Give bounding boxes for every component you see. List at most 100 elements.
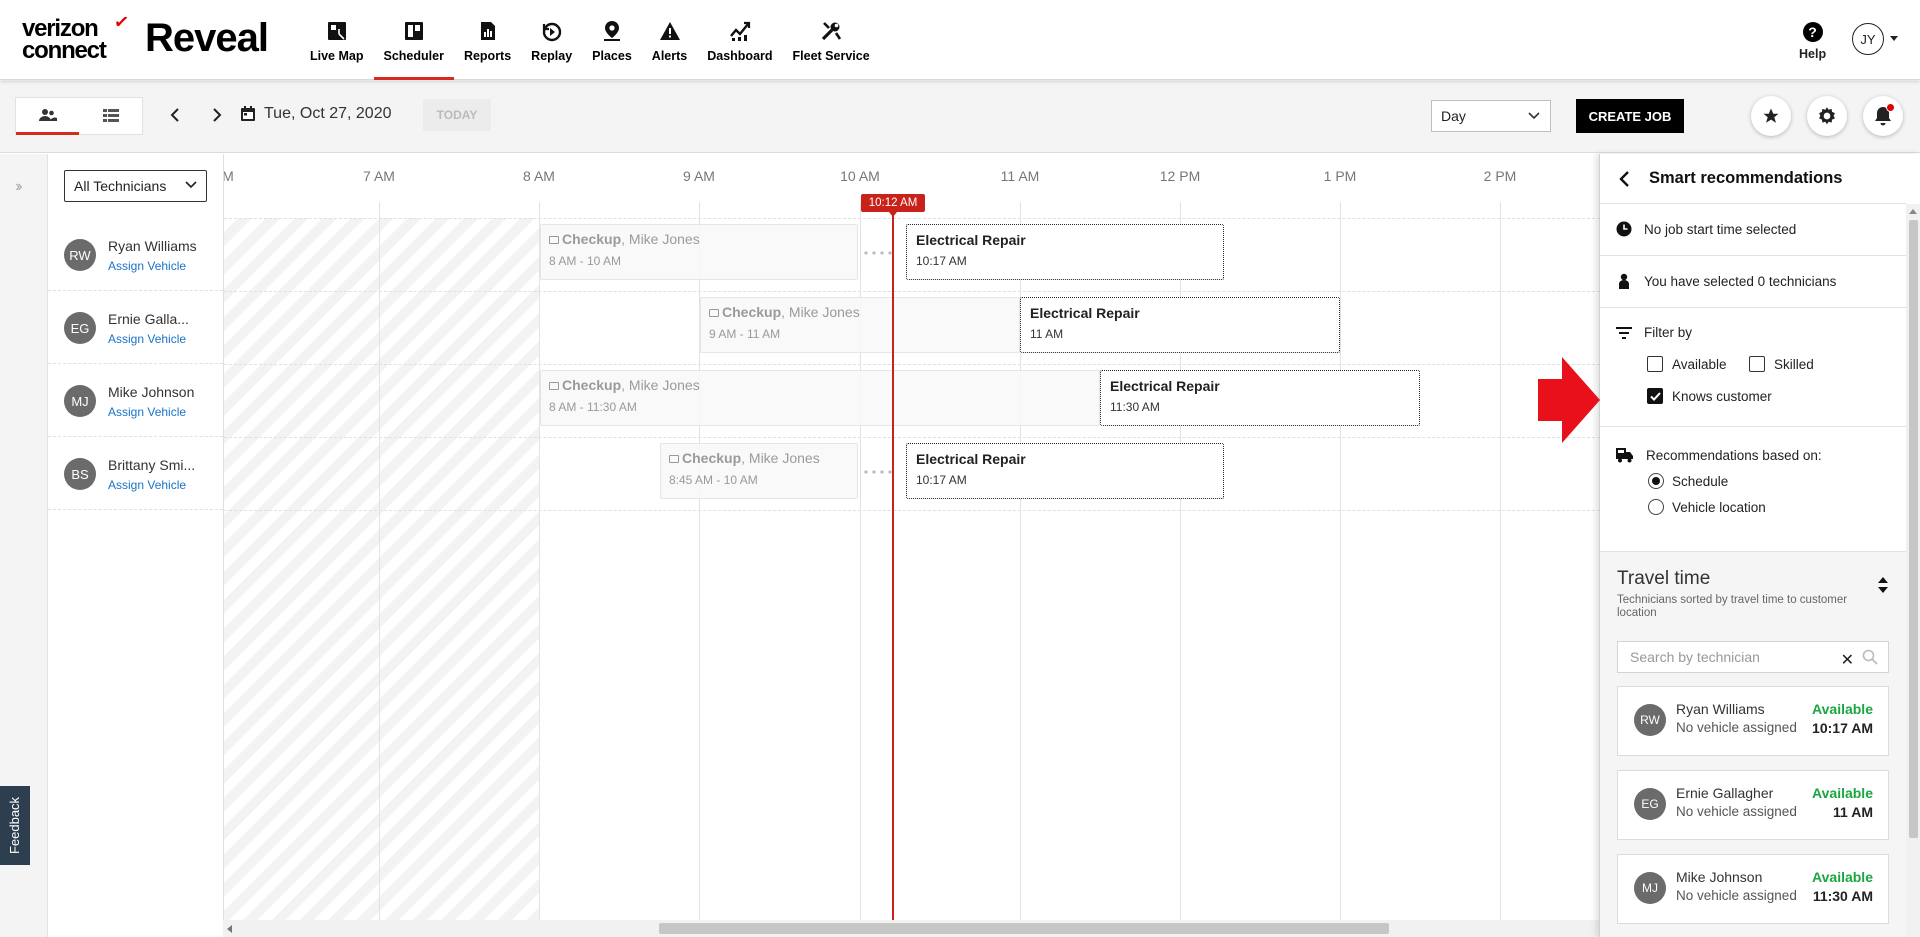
date-picker[interactable]: Tue, Oct 27, 2020 xyxy=(240,105,391,123)
user-avatar[interactable]: JY xyxy=(1852,23,1884,55)
recommendation-card[interactable]: EG Ernie Gallagher No vehicle assigned A… xyxy=(1617,770,1889,840)
nav-replay[interactable]: Replay xyxy=(521,0,582,80)
vehicle-icon xyxy=(669,455,679,463)
filter-section: Filter by Available Skilled Knows custom… xyxy=(1600,308,1906,427)
nav-live-map[interactable]: Live Map xyxy=(300,0,374,80)
scroll-left-icon[interactable] xyxy=(227,925,232,933)
technician-row[interactable]: EG Ernie Galla... Assign Vehicle xyxy=(48,291,223,364)
chevron-down-icon xyxy=(185,181,197,189)
scheduler-icon xyxy=(404,22,423,40)
available-checkbox[interactable]: Available xyxy=(1647,356,1727,372)
gear-icon xyxy=(1819,107,1835,125)
nav-label: Places xyxy=(592,49,632,63)
grid-list-icon xyxy=(102,109,119,122)
favorites-button[interactable] xyxy=(1751,96,1791,136)
technician-filter-select[interactable]: All Technicians xyxy=(64,170,207,202)
expand-sidebar-icon[interactable]: ›› xyxy=(15,178,22,196)
settings-button[interactable] xyxy=(1807,96,1847,136)
radio-circle[interactable] xyxy=(1648,499,1664,515)
view-period-value: Day xyxy=(1441,108,1466,124)
tools-icon xyxy=(821,22,842,41)
job-title: Checkup xyxy=(682,450,742,466)
nav-reports[interactable]: Reports xyxy=(454,0,521,80)
technician-row[interactable]: BS Brittany Smi... Assign Vehicle xyxy=(48,437,223,510)
view-period-select[interactable]: Day xyxy=(1431,100,1551,132)
nav-alerts[interactable]: Alerts xyxy=(642,0,697,80)
assign-vehicle-link[interactable]: Assign Vehicle xyxy=(108,259,186,273)
vehicle-location-radio[interactable]: Vehicle location xyxy=(1648,499,1766,515)
technician-avatar: MJ xyxy=(1634,872,1666,904)
nav-label: Replay xyxy=(531,49,573,63)
technician-name: Ryan Williams xyxy=(1676,701,1765,717)
previous-day-button[interactable] xyxy=(163,103,187,127)
filter-icon xyxy=(1616,326,1632,339)
notifications-button[interactable] xyxy=(1863,96,1903,136)
timeline-horizontal-scrollbar[interactable] xyxy=(223,920,1599,937)
technician-avatar: RW xyxy=(1634,704,1666,736)
job-title: Electrical Repair xyxy=(1030,305,1140,321)
past-time-hatch xyxy=(224,218,539,920)
assign-vehicle-link[interactable]: Assign Vehicle xyxy=(108,405,186,419)
hour-label: 1 PM xyxy=(1323,168,1357,184)
nav-fleet-service[interactable]: Fleet Service xyxy=(783,0,880,80)
skilled-checkbox[interactable]: Skilled xyxy=(1749,356,1814,372)
radio-label: Vehicle location xyxy=(1672,499,1766,515)
availability-status: Available xyxy=(1812,785,1873,801)
verizon-connect-logo[interactable]: verizon connect ✓ xyxy=(22,11,130,63)
scrollbar-thumb[interactable] xyxy=(1909,220,1918,838)
back-arrow-icon[interactable] xyxy=(1618,170,1630,188)
schedule-radio[interactable]: Schedule xyxy=(1648,473,1728,489)
help-button[interactable]: ? Help xyxy=(1799,22,1826,61)
sort-icon[interactable] xyxy=(1877,576,1889,594)
list-view-button[interactable] xyxy=(79,98,142,134)
nav-places[interactable]: Places xyxy=(582,0,642,80)
nav-dashboard[interactable]: Dashboard xyxy=(697,0,782,80)
feedback-tab[interactable]: Feedback xyxy=(0,786,30,865)
proposed-job[interactable]: Electrical Repair 10:17 AM xyxy=(906,443,1224,499)
assign-vehicle-link[interactable]: Assign Vehicle xyxy=(108,478,186,492)
knows-customer-checkbox[interactable]: Knows customer xyxy=(1647,388,1772,404)
scrollbar-thumb[interactable] xyxy=(659,923,1389,934)
clear-icon[interactable]: ✕ xyxy=(1841,650,1854,670)
job-time: 8:45 AM - 10 AM xyxy=(669,473,758,487)
today-button[interactable]: TODAY xyxy=(423,99,491,131)
proposed-job[interactable]: Electrical Repair 10:17 AM xyxy=(906,224,1224,280)
proposed-job[interactable]: Electrical Repair 11 AM xyxy=(1020,297,1340,353)
scroll-up-icon[interactable] xyxy=(1909,209,1917,214)
existing-job[interactable]: Checkup, Mike Jones 8 AM - 11:30 AM xyxy=(540,370,1100,426)
user-menu-caret-icon[interactable] xyxy=(1890,36,1898,41)
nav-scheduler[interactable]: Scheduler xyxy=(373,0,455,80)
hour-label: 9 AM xyxy=(683,168,715,184)
vehicle-icon xyxy=(709,309,719,317)
existing-job[interactable]: Checkup, Mike Jones 8 AM - 10 AM xyxy=(540,224,858,280)
technician-row[interactable]: MJ Mike Johnson Assign Vehicle xyxy=(48,364,223,437)
checkbox-box[interactable] xyxy=(1647,388,1663,404)
technician-view-button[interactable] xyxy=(16,98,79,135)
technician-row[interactable]: RW Ryan Williams Assign Vehicle xyxy=(48,218,223,291)
search-icon[interactable] xyxy=(1862,649,1878,665)
panel-vertical-scrollbar[interactable] xyxy=(1906,204,1920,937)
checkbox-box[interactable] xyxy=(1749,356,1765,372)
places-icon xyxy=(603,21,620,41)
person-icon xyxy=(1619,273,1629,289)
job-time: 11 AM xyxy=(1030,327,1064,341)
existing-job[interactable]: Checkup, Mike Jones 9 AM - 11 AM xyxy=(700,297,1020,353)
availability-status: Available xyxy=(1812,869,1873,885)
recommendation-card[interactable]: MJ Mike Johnson No vehicle assigned Avai… xyxy=(1617,854,1889,924)
scheduler-toolbar: Tue, Oct 27, 2020 TODAY Day CREATE JOB xyxy=(0,81,1920,153)
technician-search-input[interactable]: Search by technician ✕ xyxy=(1617,641,1889,673)
hour-gridline xyxy=(1500,202,1501,920)
feedback-label: Feedback xyxy=(7,796,23,855)
create-job-button[interactable]: CREATE JOB xyxy=(1576,99,1684,133)
hour-label: 2 PM xyxy=(1483,168,1517,184)
assign-vehicle-link[interactable]: Assign Vehicle xyxy=(108,332,186,346)
job-time: 8 AM - 10 AM xyxy=(549,254,622,268)
next-day-button[interactable] xyxy=(205,103,229,127)
radio-circle[interactable] xyxy=(1648,473,1664,489)
recommendation-card[interactable]: RW Ryan Williams No vehicle assigned Ava… xyxy=(1617,686,1889,756)
hour-gridline xyxy=(539,202,540,920)
checkbox-box[interactable] xyxy=(1647,356,1663,372)
existing-job[interactable]: Checkup, Mike Jones 8:45 AM - 10 AM xyxy=(660,443,858,499)
proposed-job[interactable]: Electrical Repair 11:30 AM xyxy=(1100,370,1420,426)
schedule-timeline[interactable]: M 7 AM 8 AM 9 AM 10 AM 11 AM 12 PM 1 PM … xyxy=(223,154,1599,920)
